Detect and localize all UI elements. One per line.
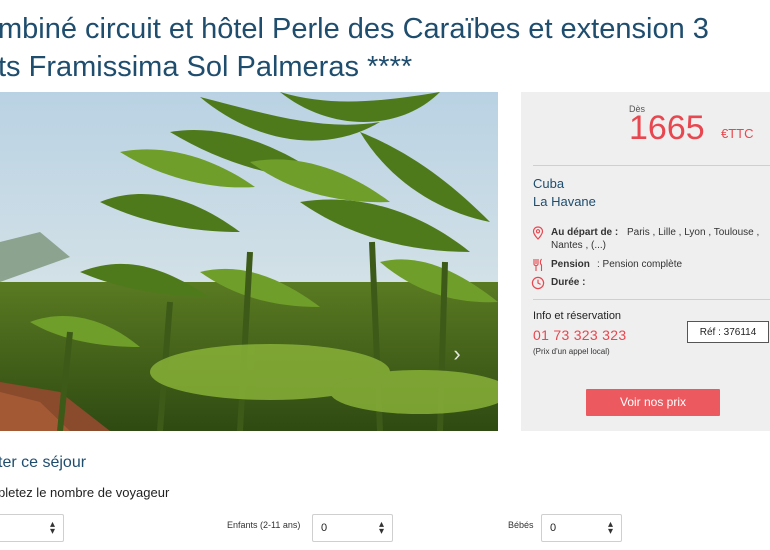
- clock-icon: [531, 276, 545, 290]
- babies-select[interactable]: 0 ▴ ▾: [541, 514, 622, 542]
- reference-badge: Réf : 376114: [687, 321, 769, 343]
- page-title-line-1: mbiné circuit et hôtel Perle des Caraïbe…: [0, 13, 709, 45]
- babies-label: Bébés: [508, 520, 534, 530]
- departure-label: Au départ de :: [551, 227, 619, 238]
- price-currency: €TTC: [721, 126, 754, 141]
- pension-label: Pension: [551, 259, 590, 270]
- children-label: Enfants (2-11 ans): [227, 520, 301, 530]
- children-select[interactable]: 0 ▴ ▾: [312, 514, 393, 542]
- page-title: mbiné circuit et hôtel Perle des Caraïbe…: [0, 10, 770, 86]
- location-pin-icon: [532, 226, 544, 240]
- pension-row: Pension : Pension complète: [531, 258, 766, 272]
- booking-phone-note: (Prix d'un appel local): [533, 347, 610, 356]
- offer-panel: Dès 1665 €TTC Cuba La Havane Au départ d…: [521, 92, 770, 431]
- pension-value: : Pension complète: [597, 259, 683, 270]
- departure-value-continued: Nantes , (...): [551, 240, 607, 251]
- duration-row: Durée :: [531, 276, 766, 290]
- booking-phone[interactable]: 01 73 323 323: [533, 327, 626, 343]
- booking-section-title: ter ce séjour: [0, 454, 87, 471]
- hero-image: ›: [0, 92, 498, 431]
- booking-info-title: Info et réservation: [533, 310, 622, 322]
- departure-row: Au départ de : Paris , Lille , Lyon , To…: [531, 226, 766, 240]
- banana-plantation-photo: [0, 92, 498, 431]
- booking-section-subtitle: pletez le nombre de voyageur: [0, 485, 170, 500]
- divider: [533, 299, 770, 300]
- page-title-line-2: ts Framissima Sol Palmeras ****: [0, 51, 413, 83]
- price-amount: 1665: [629, 109, 705, 147]
- select-arrows-icon: ▴ ▾: [49, 519, 55, 537]
- chevron-right-icon[interactable]: ›: [446, 340, 468, 368]
- adults-select[interactable]: ▴ ▾: [0, 514, 64, 542]
- divider: [533, 165, 770, 166]
- select-arrows-icon: ▴ ▾: [607, 519, 613, 537]
- destination-city[interactable]: La Havane: [533, 194, 596, 209]
- select-arrows-icon: ▴ ▾: [378, 519, 384, 537]
- babies-select-value: 0: [550, 522, 557, 534]
- see-prices-button[interactable]: Voir nos prix: [586, 389, 720, 416]
- duration-label: Durée :: [551, 277, 586, 288]
- children-select-value: 0: [321, 522, 328, 534]
- departure-value: Paris , Lille , Lyon , Toulouse ,: [627, 227, 760, 238]
- page: mbiné circuit et hôtel Perle des Caraïbe…: [0, 0, 770, 550]
- fork-knife-icon: [533, 258, 543, 271]
- destination-country[interactable]: Cuba: [533, 176, 564, 191]
